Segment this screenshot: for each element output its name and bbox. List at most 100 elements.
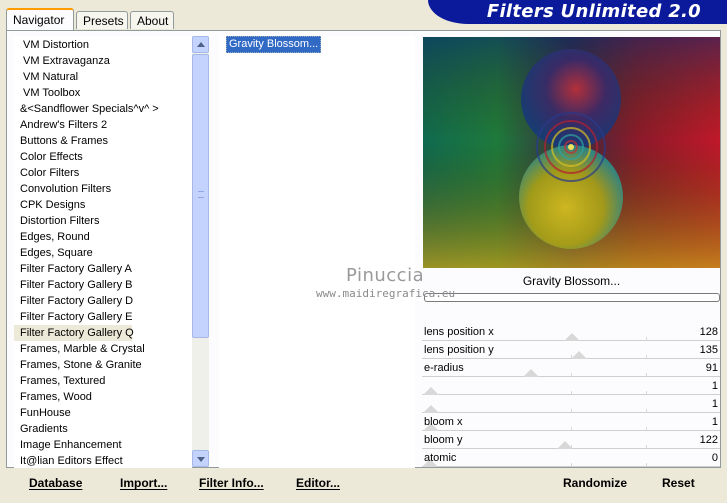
category-item[interactable]: Edges, Square [14,245,93,261]
category-item[interactable]: Buttons & Frames [14,133,108,149]
watermark-name: Pinuccia [346,265,425,286]
slider-value: 128 [699,326,718,338]
filter-info-button[interactable]: Filter Info... [199,474,264,492]
slider-track[interactable] [422,394,720,395]
category-item[interactable]: CPK Designs [14,197,85,213]
slider-thumb[interactable] [571,351,587,359]
gravity-blossom-preview [423,37,720,268]
slider-thumb[interactable] [423,405,439,413]
chevron-down-icon [197,457,205,462]
slider-row[interactable]: 1 [422,378,720,395]
slider-value: 1 [711,380,718,392]
slider-row[interactable]: 1 [422,396,720,413]
slider-value: 1 [711,398,718,410]
category-item[interactable]: Filter Factory Gallery B [14,277,132,293]
filter-item-gravity-blossom[interactable]: Gravity Blossom... [226,36,322,53]
category-item[interactable]: Filter Factory Gallery D [14,293,133,309]
slider-thumb[interactable] [523,369,539,377]
category-item[interactable]: Filter Factory Gallery Q [14,325,134,341]
category-item[interactable]: Gradients [14,421,68,437]
slider-label: atomic [424,452,457,464]
slider-tick [646,445,647,448]
category-item[interactable]: Filter Factory Gallery E [14,309,132,325]
slider-row[interactable]: bloom y 122 [422,432,720,449]
category-scrollbar[interactable] [192,36,209,467]
slider-tick [646,337,647,340]
slider-tick [646,373,647,376]
scroll-down-button[interactable] [192,450,209,467]
slider-tick [646,355,647,358]
editor-button[interactable]: Editor... [296,474,340,492]
slider-track[interactable] [422,466,720,467]
watermark-url: www.maidiregrafica.eu [316,287,456,300]
category-item[interactable]: Image Enhancement [14,437,122,453]
filter-list[interactable]: Gravity Blossom... [219,36,415,468]
category-item[interactable]: VM Distortion [14,37,89,53]
category-item[interactable]: Distortion Filters [14,213,99,229]
slider-value: 91 [705,362,718,374]
slider-thumb[interactable] [564,333,580,341]
slider-tick [571,373,572,376]
slider-row[interactable]: lens position x 128 [422,324,720,341]
category-item[interactable]: Color Effects [14,149,83,165]
category-item[interactable]: It@lian Editors Effect [14,453,123,468]
slider-tick [571,427,572,430]
slider-value: 0 [711,452,718,464]
slider-value: 1 [711,416,718,428]
slider-row[interactable]: lens position y 135 [422,342,720,359]
category-list[interactable]: VM Distortion VM Extravaganza VM Natural VM… [14,36,192,468]
category-item[interactable]: Frames, Stone & Granite [14,357,142,373]
category-item[interactable]: Frames, Textured [14,373,105,389]
slider-tick [571,409,572,412]
slider-label: bloom x [424,416,463,428]
app-title: Filters Unlimited 2.0 [486,1,701,22]
category-item[interactable]: VM Extravaganza [14,53,110,69]
category-item[interactable]: Frames, Marble & Crystal [14,341,145,357]
slider-value: 122 [699,434,718,446]
slider-label: lens position x [424,326,494,338]
import-button[interactable]: Import... [120,474,167,492]
database-button[interactable]: Database [29,474,82,492]
slider-track[interactable] [422,376,720,377]
scroll-thumb[interactable] [192,54,209,338]
category-item[interactable]: Color Filters [14,165,79,181]
title-banner: Filters Unlimited 2.0 [428,0,727,24]
category-item[interactable]: VM Natural [14,69,78,85]
tab-about[interactable]: About [130,11,174,29]
category-item[interactable]: &<Sandflower Specials^v^ > [14,101,159,117]
slider-tick [571,463,572,466]
slider-label: lens position y [424,344,494,356]
slider-tick [646,427,647,430]
slider-track[interactable] [422,430,720,431]
category-item[interactable]: Andrew's Filters 2 [14,117,107,133]
scroll-up-button[interactable] [192,36,209,53]
slider-value: 135 [699,344,718,356]
slider-row[interactable]: e-radius 91 [422,360,720,377]
slider-label: e-radius [424,362,464,374]
tab-presets[interactable]: Presets [76,11,128,29]
category-item[interactable]: Convolution Filters [14,181,111,197]
slider-tick [646,391,647,394]
chevron-up-icon [197,42,205,47]
preview-filter-name: Gravity Blossom... [522,274,621,288]
category-item[interactable]: Edges, Round [14,229,90,245]
slider-thumb[interactable] [557,441,573,449]
category-item[interactable]: VM Toolbox [14,85,80,101]
slider-tick [646,463,647,466]
slider-thumb[interactable] [423,387,439,395]
grip-icon [198,191,204,198]
slider-row[interactable]: atomic 0 [422,450,720,467]
filter-preview-image [423,37,720,268]
slider-row[interactable]: bloom x 1 [422,414,720,431]
tab-navigator[interactable]: Navigator [6,8,74,30]
category-item[interactable]: Filter Factory Gallery A [14,261,132,277]
progress-bar [424,293,720,302]
slider-label: bloom y [424,434,463,446]
category-item[interactable]: Frames, Wood [14,389,92,405]
slider-tick [646,409,647,412]
reset-button[interactable]: Reset [662,474,695,492]
slider-track[interactable] [422,412,720,413]
slider-tick [571,391,572,394]
category-item[interactable]: FunHouse [14,405,71,421]
randomize-button[interactable]: Randomize [563,474,627,492]
